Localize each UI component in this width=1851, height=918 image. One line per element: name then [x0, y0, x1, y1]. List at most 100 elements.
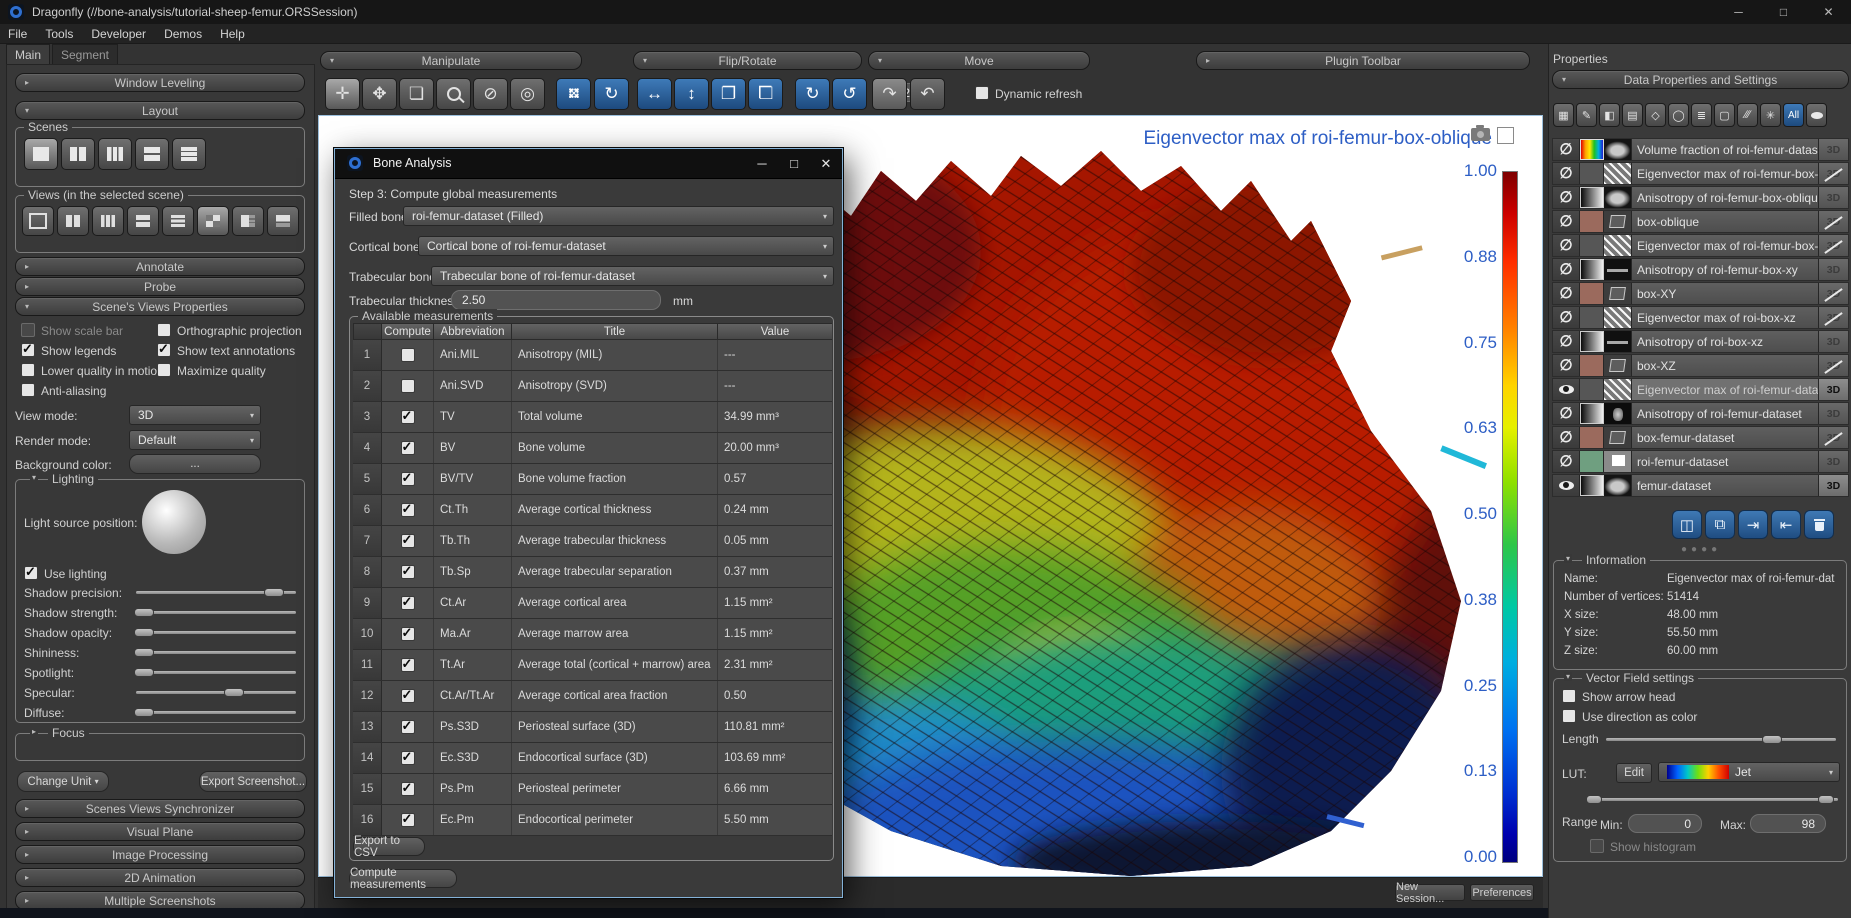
- view-layout-3col-button[interactable]: [92, 206, 124, 236]
- table-row[interactable]: 16Ec.PmEndocortical perimeter5.50 mm: [353, 805, 832, 836]
- menu-demos[interactable]: Demos: [164, 27, 202, 41]
- dataset-item[interactable]: Anisotropy of roi-femur-dataset3D: [1552, 402, 1849, 425]
- cortical-bone-select[interactable]: Cortical bone of roi-femur-dataset▾: [418, 236, 834, 256]
- view-mode-select[interactable]: 3D▾: [129, 405, 261, 425]
- menu-tools[interactable]: Tools: [45, 27, 73, 41]
- deselect-tool-button[interactable]: ⊘: [473, 78, 508, 110]
- background-color-button[interactable]: ...: [129, 454, 261, 474]
- panel-layout[interactable]: ▾ Layout: [15, 101, 305, 120]
- pan-tool-button[interactable]: ✥: [362, 78, 397, 110]
- dataset-item[interactable]: roi-femur-dataset3D: [1552, 450, 1849, 473]
- header-value[interactable]: Value: [718, 323, 832, 340]
- lut-swatch[interactable]: [1580, 331, 1604, 352]
- maximize-button[interactable]: □: [1761, 0, 1806, 24]
- header-abbreviation[interactable]: Abbreviation: [434, 323, 512, 340]
- visibility-toggle[interactable]: [1553, 283, 1580, 304]
- show-legends-checkbox[interactable]: Show legends: [21, 343, 116, 358]
- badge-3d[interactable]: 3D: [1819, 235, 1848, 256]
- orthographic-projection-checkbox[interactable]: Orthographic projection: [157, 323, 302, 338]
- lut-swatch[interactable]: [1580, 427, 1604, 448]
- checkbox[interactable]: [21, 343, 35, 357]
- visibility-toggle[interactable]: [1553, 163, 1580, 184]
- view-layout-3row-button[interactable]: [162, 206, 194, 236]
- range-min-handle[interactable]: [1586, 795, 1602, 804]
- checkbox[interactable]: [1590, 839, 1604, 853]
- export-dataset-button[interactable]: ⇥: [1738, 510, 1768, 539]
- compute-checkbox[interactable]: [401, 410, 415, 424]
- badge-3d[interactable]: 3D: [1819, 355, 1848, 376]
- change-unit-button[interactable]: Change Unit ▾: [17, 771, 109, 792]
- panel-window-leveling[interactable]: ▸ Window Leveling: [15, 73, 305, 92]
- panel-2d-animation[interactable]: ▸2D Animation: [15, 868, 305, 887]
- target-tool-button[interactable]: ◎: [510, 78, 545, 110]
- table-row[interactable]: 9Ct.ArAverage cortical area1.15 mm²: [353, 588, 832, 619]
- grid-filter-button[interactable]: ▦: [1553, 103, 1574, 127]
- range-min-input[interactable]: [1628, 814, 1702, 833]
- stack-filter-button[interactable]: ≣: [1691, 103, 1712, 127]
- view-layout-mainbottom-button[interactable]: [267, 206, 299, 236]
- checkbox[interactable]: [975, 86, 989, 100]
- compute-checkbox[interactable]: [401, 658, 415, 672]
- panel-image-processing[interactable]: ▸Image Processing: [15, 845, 305, 864]
- dataset-item[interactable]: femur-dataset3D: [1552, 474, 1849, 497]
- show-3d-button[interactable]: ◫: [1672, 510, 1702, 539]
- light-source-sphere[interactable]: [142, 490, 206, 554]
- visibility-toggle[interactable]: [1553, 475, 1580, 496]
- lut-swatch[interactable]: [1580, 379, 1604, 400]
- data-properties-header[interactable]: ▾ Data Properties and Settings: [1552, 70, 1849, 89]
- toolbar-group-fliprotate[interactable]: ▾ Flip/Rotate: [633, 51, 862, 70]
- lut-swatch[interactable]: [1580, 283, 1604, 304]
- scene-layout-3row-button[interactable]: [172, 138, 206, 170]
- lut-swatch[interactable]: [1580, 355, 1604, 376]
- view-layout-2col-button[interactable]: [57, 206, 89, 236]
- duplicate-dataset-button[interactable]: ⧉: [1705, 510, 1735, 539]
- view-layout-quad-button[interactable]: [197, 206, 229, 236]
- undo-rotate-button[interactable]: ↶: [910, 78, 945, 110]
- fit-view-button[interactable]: ✥: [556, 78, 591, 110]
- visibility-toggle[interactable]: [1553, 307, 1580, 328]
- delete-dataset-button[interactable]: [1804, 510, 1834, 539]
- visibility-filter-button[interactable]: [1806, 103, 1827, 127]
- visibility-toggle[interactable]: [1553, 355, 1580, 376]
- badge-3d[interactable]: 3D: [1819, 427, 1848, 448]
- lut-edit-button[interactable]: Edit: [1616, 763, 1652, 783]
- table-row[interactable]: 13Ps.S3DPeriosteal surface (3D)110.81 mm…: [353, 712, 832, 743]
- export-screenshot-button[interactable]: Export Screenshot...: [199, 771, 307, 792]
- dialog-titlebar[interactable]: Bone Analysis ─ □ ✕: [335, 149, 842, 179]
- badge-3d[interactable]: 3D: [1819, 211, 1848, 232]
- slider-handle[interactable]: [134, 668, 154, 677]
- preferences-button[interactable]: Preferences: [1470, 884, 1534, 901]
- table-row[interactable]: 11Tt.ArAverage total (cortical + marrow)…: [353, 650, 832, 681]
- compute-checkbox[interactable]: [401, 813, 415, 827]
- tab-segment[interactable]: Segment: [52, 44, 118, 64]
- table-row[interactable]: 3TVTotal volume34.99 mm³: [353, 402, 832, 433]
- checkbox[interactable]: [1562, 709, 1576, 723]
- dataset-item[interactable]: Anisotropy of roi-femur-box-xy3D: [1552, 258, 1849, 281]
- visibility-toggle[interactable]: [1553, 187, 1580, 208]
- dataset-item-selected[interactable]: Eigenvector max of roi-femur-data...3D: [1552, 378, 1849, 401]
- compute-checkbox[interactable]: [401, 441, 415, 455]
- dataset-item[interactable]: box-XZ3D: [1552, 354, 1849, 377]
- filled-bone-select[interactable]: roi-femur-dataset (Filled)▾: [403, 206, 834, 226]
- new-session-button[interactable]: New Session...: [1395, 884, 1465, 901]
- lut-swatch[interactable]: [1580, 235, 1604, 256]
- menu-help[interactable]: Help: [220, 27, 245, 41]
- lut-swatch[interactable]: [1580, 163, 1604, 184]
- badge-3d[interactable]: 3D: [1819, 379, 1848, 400]
- vector-filter-button[interactable]: ∕∕∕: [1737, 103, 1758, 127]
- toolbar-group-plugin[interactable]: ▸ Plugin Toolbar: [1196, 51, 1530, 70]
- lut-swatch[interactable]: [1580, 259, 1604, 280]
- tab-main[interactable]: Main: [6, 44, 50, 64]
- badge-3d[interactable]: 3D: [1819, 331, 1848, 352]
- minimize-button[interactable]: ─: [1716, 0, 1761, 24]
- slider-handle[interactable]: [134, 608, 154, 617]
- badge-3d[interactable]: 3D: [1819, 163, 1848, 184]
- checkbox[interactable]: [157, 323, 171, 337]
- use-lighting-checkbox[interactable]: Use lighting: [24, 566, 107, 581]
- badge-3d[interactable]: 3D: [1819, 187, 1848, 208]
- rotate-ccw-button[interactable]: ↺: [832, 78, 867, 110]
- show-arrow-head-checkbox[interactable]: Show arrow head: [1562, 689, 1675, 704]
- overlay-filter-button[interactable]: ◧: [1599, 103, 1620, 127]
- compute-checkbox[interactable]: [401, 472, 415, 486]
- dataset-item[interactable]: Anisotropy of roi-femur-box-oblique3D: [1552, 186, 1849, 209]
